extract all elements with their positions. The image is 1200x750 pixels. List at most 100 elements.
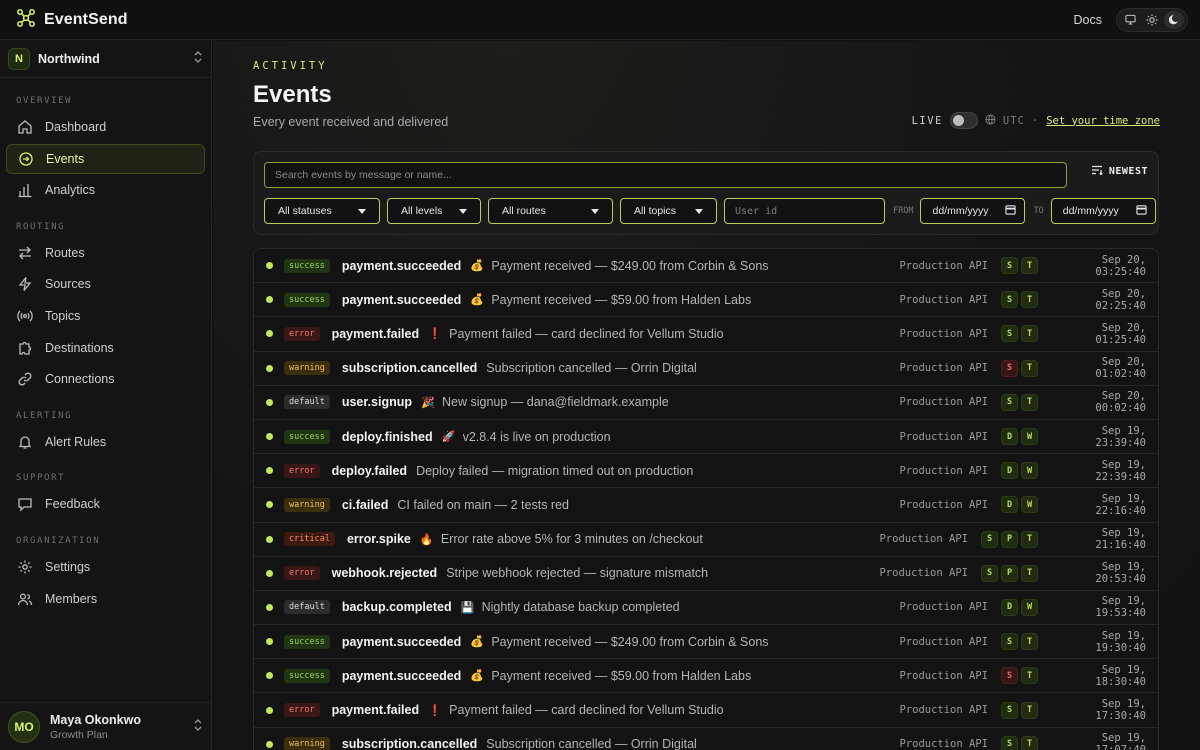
destination-chip[interactable]: W: [1021, 462, 1038, 480]
level-select[interactable]: All levels: [387, 198, 481, 224]
destination-chip[interactable]: T: [1021, 667, 1038, 685]
event-row[interactable]: warning subscription.cancelled Subscriptio…: [254, 351, 1158, 386]
sort-button[interactable]: NEWEST: [1091, 165, 1148, 178]
destination-chip[interactable]: S: [1001, 735, 1018, 750]
event-row[interactable]: critical error.spike 🔥 Error rate above 5% …: [254, 522, 1158, 557]
sidebar-item-alert-rules[interactable]: Alert Rules: [6, 427, 205, 457]
event-message: Stripe webhook rejected — signature mism…: [446, 566, 709, 581]
sidebar-item-analytics[interactable]: Analytics: [6, 175, 205, 205]
calendar-icon[interactable]: [1136, 204, 1147, 218]
event-row[interactable]: error deploy.failed Deploy failed — migrat…: [254, 454, 1158, 489]
users-icon: [16, 590, 34, 608]
gear-icon: [16, 558, 34, 576]
event-row[interactable]: default backup.completed 💾 Nightly database…: [254, 590, 1158, 626]
destination-chip[interactable]: S: [1001, 701, 1018, 719]
destination-chip[interactable]: S: [1001, 393, 1018, 411]
monitor-icon[interactable]: [1120, 11, 1140, 29]
destination-chip[interactable]: T: [1021, 564, 1038, 582]
chevron-down-icon: [591, 205, 599, 217]
event-row[interactable]: error payment.failed ❗ Payment failed — car…: [254, 693, 1158, 728]
destination-chip[interactable]: T: [1021, 701, 1038, 719]
event-row[interactable]: error webhook.rejected Stripe webhook reje…: [254, 556, 1158, 591]
status-select[interactable]: All statuses: [264, 198, 380, 224]
set-timezone-link[interactable]: Set your time zone: [1046, 115, 1160, 127]
event-name: deploy.finished: [341, 429, 433, 444]
destination-chip[interactable]: S: [981, 564, 998, 582]
destination-chip[interactable]: T: [1021, 291, 1038, 309]
link-icon: [16, 370, 34, 388]
user-id-input[interactable]: [724, 198, 885, 224]
destination-chip[interactable]: S: [1001, 359, 1018, 377]
event-row[interactable]: success payment.succeeded 💰 Payment receive…: [254, 659, 1158, 694]
level-badge: success: [284, 292, 330, 307]
calendar-icon[interactable]: [1005, 204, 1017, 218]
destination-chip[interactable]: W: [1021, 496, 1038, 514]
sidebar-item-topics[interactable]: Topics: [6, 301, 205, 331]
destination-chip[interactable]: S: [1001, 325, 1018, 343]
destination-chip[interactable]: D: [1001, 598, 1018, 616]
destination-chip[interactable]: T: [1021, 735, 1038, 750]
events-icon: [17, 150, 35, 168]
event-row[interactable]: default user.signup 🎉 New signup — dana@fie…: [254, 385, 1158, 420]
destination-chip[interactable]: W: [1021, 428, 1038, 446]
sidebar-item-label: Dashboard: [45, 120, 107, 134]
sidebar-item-members[interactable]: Members: [6, 584, 205, 614]
destination-chip[interactable]: S: [1001, 291, 1018, 309]
sidebar-item-dashboard[interactable]: Dashboard: [6, 112, 205, 142]
event-name: error.spike: [346, 532, 411, 547]
moon-icon[interactable]: [1164, 10, 1184, 29]
sidebar-item-events[interactable]: Events: [6, 143, 205, 174]
sun-icon[interactable]: [1142, 11, 1162, 29]
to-date-input[interactable]: dd/mm/yyyy: [1050, 198, 1156, 224]
event-row[interactable]: success deploy.finished 🚀 v2.8.4 is live on…: [254, 419, 1158, 455]
destination-chip[interactable]: P: [1001, 530, 1018, 548]
destination-chip[interactable]: D: [1001, 428, 1018, 446]
sidebar-item-connections[interactable]: Connections: [6, 364, 205, 394]
destination-chip[interactable]: T: [1021, 359, 1038, 377]
search-input[interactable]: [264, 162, 1067, 188]
user-plan: Growth Plan: [50, 728, 108, 741]
docs-link[interactable]: Docs: [1074, 13, 1102, 27]
brand[interactable]: EventSend: [0, 8, 212, 31]
level-badge: error: [284, 463, 320, 478]
destination-chip[interactable]: T: [1021, 393, 1038, 411]
event-row[interactable]: success payment.succeeded 💰 Payment receive…: [254, 625, 1158, 660]
destination-chip[interactable]: S: [1001, 257, 1018, 275]
destination-chip[interactable]: S: [1001, 667, 1018, 685]
destination-chip[interactable]: S: [981, 530, 998, 548]
event-source: Production API: [899, 396, 988, 409]
event-row[interactable]: warning subscription.cancelled Subscriptio…: [254, 727, 1158, 750]
event-row[interactable]: warning ci.failed CI failed on main — 2 te…: [254, 488, 1158, 523]
live-toggle[interactable]: [949, 112, 978, 129]
event-source: Production API: [899, 704, 988, 717]
toggle-knob: [952, 115, 964, 126]
org-switcher[interactable]: N Northwind: [0, 40, 211, 78]
destination-chip[interactable]: W: [1021, 598, 1038, 616]
route-select[interactable]: All routes: [488, 198, 613, 224]
globe-icon: [985, 113, 996, 128]
topic-select[interactable]: All topics: [620, 198, 717, 224]
event-row[interactable]: error payment.failed ❗ Payment failed — car…: [254, 317, 1158, 352]
sidebar-item-settings[interactable]: Settings: [6, 552, 205, 582]
destination-chip[interactable]: D: [1001, 462, 1018, 480]
destination-chip[interactable]: S: [1001, 633, 1018, 651]
event-message: Payment received — $59.00 from Halden La…: [491, 668, 752, 683]
destination-chip[interactable]: T: [1021, 257, 1038, 275]
event-row[interactable]: success payment.succeeded 💰 Payment receive…: [254, 283, 1158, 318]
sidebar-item-destinations[interactable]: Destinations: [6, 333, 205, 363]
from-date-input[interactable]: dd/mm/yyyy: [920, 198, 1026, 224]
destination-chip[interactable]: P: [1001, 564, 1018, 582]
destination-chip[interactable]: T: [1021, 530, 1038, 548]
sidebar-item-feedback[interactable]: Feedback: [6, 489, 205, 519]
sidebar-item-routes[interactable]: Routes: [6, 238, 205, 268]
event-time: Sep 19, 19:53:40: [1095, 595, 1146, 620]
destination-chip[interactable]: T: [1021, 633, 1038, 651]
event-name: payment.failed: [331, 326, 420, 341]
user-menu[interactable]: MO Maya Okonkwo Growth Plan: [0, 702, 211, 750]
destination-chip[interactable]: T: [1021, 325, 1038, 343]
chevron-updown-icon: [193, 50, 203, 67]
destination-chip[interactable]: D: [1001, 496, 1018, 514]
sidebar-item-sources[interactable]: Sources: [6, 269, 205, 299]
event-row[interactable]: success payment.succeeded 💰 Payment receive…: [254, 249, 1158, 284]
topic-select-value: All topics: [634, 205, 677, 217]
